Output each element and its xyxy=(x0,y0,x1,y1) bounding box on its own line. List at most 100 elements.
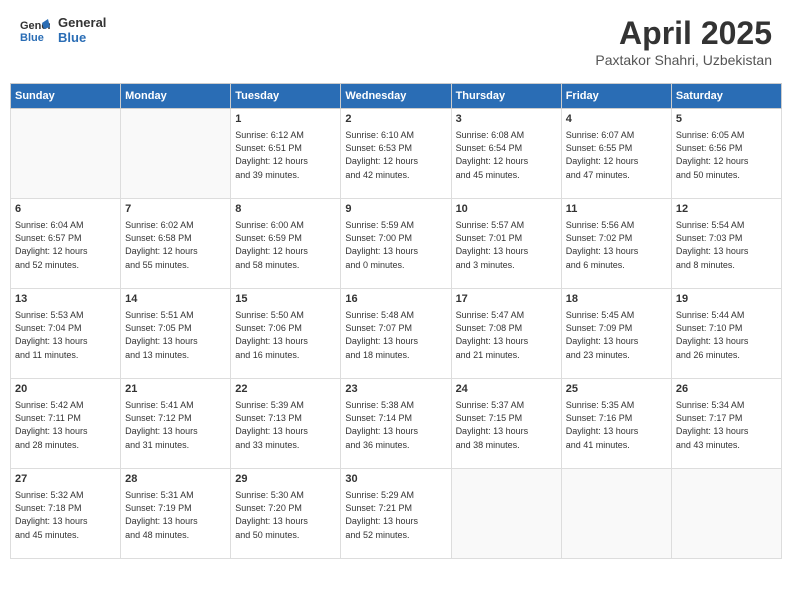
calendar-week-1: 1 Sunrise: 6:12 AM Sunset: 6:51 PM Daylig… xyxy=(11,109,782,199)
day-number: 1 xyxy=(235,112,336,127)
day-info: Sunrise: 5:48 AM Sunset: 7:07 PM Dayligh… xyxy=(345,309,446,361)
calendar-cell: 24 Sunrise: 5:37 AM Sunset: 7:15 PM Dayli… xyxy=(451,379,561,469)
day-info: Sunrise: 6:05 AM Sunset: 6:56 PM Dayligh… xyxy=(676,129,777,181)
weekday-header-tuesday: Tuesday xyxy=(231,84,341,109)
day-number: 20 xyxy=(15,382,116,397)
day-number: 7 xyxy=(125,202,226,217)
calendar-cell: 27 Sunrise: 5:32 AM Sunset: 7:18 PM Dayli… xyxy=(11,469,121,559)
day-info: Sunrise: 5:30 AM Sunset: 7:20 PM Dayligh… xyxy=(235,489,336,541)
day-info: Sunrise: 6:10 AM Sunset: 6:53 PM Dayligh… xyxy=(345,129,446,181)
calendar-cell: 22Sunrise: 5:39 AM Sunset: 7:13 PM Dayli… xyxy=(231,379,341,469)
calendar-cell xyxy=(671,469,781,559)
calendar-cell: 7 Sunrise: 6:02 AM Sunset: 6:58 PM Daylig… xyxy=(121,199,231,289)
weekday-header-thursday: Thursday xyxy=(451,84,561,109)
day-info: Sunrise: 5:59 AM Sunset: 7:00 PM Dayligh… xyxy=(345,219,446,271)
day-number: 4 xyxy=(566,112,667,127)
weekday-header-sunday: Sunday xyxy=(11,84,121,109)
day-info: Sunrise: 5:31 AM Sunset: 7:19 PM Dayligh… xyxy=(125,489,226,541)
calendar-cell: 3 Sunrise: 6:08 AM Sunset: 6:54 PM Daylig… xyxy=(451,109,561,199)
calendar-week-5: 27 Sunrise: 5:32 AM Sunset: 7:18 PM Dayli… xyxy=(11,469,782,559)
day-info: Sunrise: 5:32 AM Sunset: 7:18 PM Dayligh… xyxy=(15,489,116,541)
logo: General Blue General Blue xyxy=(20,15,106,45)
calendar-table: SundayMondayTuesdayWednesdayThursdayFrid… xyxy=(10,83,782,559)
calendar-cell: 4 Sunrise: 6:07 AM Sunset: 6:55 PM Daylig… xyxy=(561,109,671,199)
day-number: 25 xyxy=(566,382,667,397)
calendar-cell: 12 Sunrise: 5:54 AM Sunset: 7:03 PM Dayli… xyxy=(671,199,781,289)
day-number: 17 xyxy=(456,292,557,307)
calendar-week-3: 13 Sunrise: 5:53 AM Sunset: 7:04 PM Dayli… xyxy=(11,289,782,379)
calendar-cell: 29 Sunrise: 5:30 AM Sunset: 7:20 PM Dayli… xyxy=(231,469,341,559)
day-number: 14 xyxy=(125,292,226,307)
calendar-cell: 23 Sunrise: 5:38 AM Sunset: 7:14 PM Dayli… xyxy=(341,379,451,469)
day-info: Sunrise: 6:02 AM Sunset: 6:58 PM Dayligh… xyxy=(125,219,226,271)
title-block: April 2025 Paxtakor Shahri, Uzbekistan xyxy=(595,15,772,68)
calendar-body: 1 Sunrise: 6:12 AM Sunset: 6:51 PM Daylig… xyxy=(11,109,782,559)
day-number: 27 xyxy=(15,472,116,487)
day-number: 28 xyxy=(125,472,226,487)
day-info: Sunrise: 5:51 AM Sunset: 7:05 PM Dayligh… xyxy=(125,309,226,361)
calendar-cell xyxy=(451,469,561,559)
calendar-cell: 28 Sunrise: 5:31 AM Sunset: 7:19 PM Dayli… xyxy=(121,469,231,559)
calendar-week-4: 20 Sunrise: 5:42 AM Sunset: 7:11 PM Dayli… xyxy=(11,379,782,469)
weekday-header-friday: Friday xyxy=(561,84,671,109)
day-info: Sunrise: 5:34 AM Sunset: 7:17 PM Dayligh… xyxy=(676,399,777,451)
day-info: Sunrise: 5:53 AM Sunset: 7:04 PM Dayligh… xyxy=(15,309,116,361)
calendar-cell: 5 Sunrise: 6:05 AM Sunset: 6:56 PM Daylig… xyxy=(671,109,781,199)
calendar-cell xyxy=(561,469,671,559)
calendar-cell: 13 Sunrise: 5:53 AM Sunset: 7:04 PM Dayli… xyxy=(11,289,121,379)
day-number: 29 xyxy=(235,472,336,487)
day-number: 30 xyxy=(345,472,446,487)
day-info: Sunrise: 5:35 AM Sunset: 7:16 PM Dayligh… xyxy=(566,399,667,451)
day-info: Sunrise: 5:38 AM Sunset: 7:14 PM Dayligh… xyxy=(345,399,446,451)
day-info: Sunrise: 5:39 AM Sunset: 7:13 PM Dayligh… xyxy=(235,399,336,451)
day-number: 2 xyxy=(345,112,446,127)
calendar-cell: 6 Sunrise: 6:04 AM Sunset: 6:57 PM Daylig… xyxy=(11,199,121,289)
day-info: Sunrise: 5:47 AM Sunset: 7:08 PM Dayligh… xyxy=(456,309,557,361)
calendar-cell: 30 Sunrise: 5:29 AM Sunset: 7:21 PM Dayli… xyxy=(341,469,451,559)
calendar-cell: 11 Sunrise: 5:56 AM Sunset: 7:02 PM Dayli… xyxy=(561,199,671,289)
month-year: April 2025 xyxy=(595,15,772,52)
location: Paxtakor Shahri, Uzbekistan xyxy=(595,52,772,68)
day-info: Sunrise: 5:56 AM Sunset: 7:02 PM Dayligh… xyxy=(566,219,667,271)
calendar-header: SundayMondayTuesdayWednesdayThursdayFrid… xyxy=(11,84,782,109)
day-number: 8 xyxy=(235,202,336,217)
weekday-header-wednesday: Wednesday xyxy=(341,84,451,109)
day-info: Sunrise: 6:07 AM Sunset: 6:55 PM Dayligh… xyxy=(566,129,667,181)
calendar-cell: 8Sunrise: 6:00 AM Sunset: 6:59 PM Daylig… xyxy=(231,199,341,289)
day-number: 6 xyxy=(15,202,116,217)
day-number: 21 xyxy=(125,382,226,397)
day-info: Sunrise: 5:57 AM Sunset: 7:01 PM Dayligh… xyxy=(456,219,557,271)
calendar-cell: 15 Sunrise: 5:50 AM Sunset: 7:06 PM Dayli… xyxy=(231,289,341,379)
day-info: Sunrise: 5:42 AM Sunset: 7:11 PM Dayligh… xyxy=(15,399,116,451)
calendar-cell: 14 Sunrise: 5:51 AM Sunset: 7:05 PM Dayli… xyxy=(121,289,231,379)
logo-line1: General xyxy=(58,15,106,30)
weekday-header-monday: Monday xyxy=(121,84,231,109)
calendar-week-2: 6 Sunrise: 6:04 AM Sunset: 6:57 PM Daylig… xyxy=(11,199,782,289)
day-number: 16 xyxy=(345,292,446,307)
calendar-cell: 9Sunrise: 5:59 AM Sunset: 7:00 PM Daylig… xyxy=(341,199,451,289)
day-info: Sunrise: 5:54 AM Sunset: 7:03 PM Dayligh… xyxy=(676,219,777,271)
day-number: 15 xyxy=(235,292,336,307)
day-info: Sunrise: 6:04 AM Sunset: 6:57 PM Dayligh… xyxy=(15,219,116,271)
day-number: 12 xyxy=(676,202,777,217)
day-info: Sunrise: 6:08 AM Sunset: 6:54 PM Dayligh… xyxy=(456,129,557,181)
day-number: 24 xyxy=(456,382,557,397)
day-info: Sunrise: 5:44 AM Sunset: 7:10 PM Dayligh… xyxy=(676,309,777,361)
day-number: 3 xyxy=(456,112,557,127)
day-info: Sunrise: 6:12 AM Sunset: 6:51 PM Dayligh… xyxy=(235,129,336,181)
day-number: 11 xyxy=(566,202,667,217)
day-number: 5 xyxy=(676,112,777,127)
calendar-cell xyxy=(121,109,231,199)
calendar-cell: 2 Sunrise: 6:10 AM Sunset: 6:53 PM Daylig… xyxy=(341,109,451,199)
calendar-cell: 1 Sunrise: 6:12 AM Sunset: 6:51 PM Daylig… xyxy=(231,109,341,199)
page-header: General Blue General Blue April 2025 Pax… xyxy=(10,10,782,73)
day-info: Sunrise: 5:37 AM Sunset: 7:15 PM Dayligh… xyxy=(456,399,557,451)
day-info: Sunrise: 5:50 AM Sunset: 7:06 PM Dayligh… xyxy=(235,309,336,361)
calendar-cell: 21Sunrise: 5:41 AM Sunset: 7:12 PM Dayli… xyxy=(121,379,231,469)
day-number: 13 xyxy=(15,292,116,307)
calendar-cell: 20 Sunrise: 5:42 AM Sunset: 7:11 PM Dayli… xyxy=(11,379,121,469)
day-number: 19 xyxy=(676,292,777,307)
calendar-cell: 16 Sunrise: 5:48 AM Sunset: 7:07 PM Dayli… xyxy=(341,289,451,379)
day-info: Sunrise: 5:29 AM Sunset: 7:21 PM Dayligh… xyxy=(345,489,446,541)
day-number: 23 xyxy=(345,382,446,397)
